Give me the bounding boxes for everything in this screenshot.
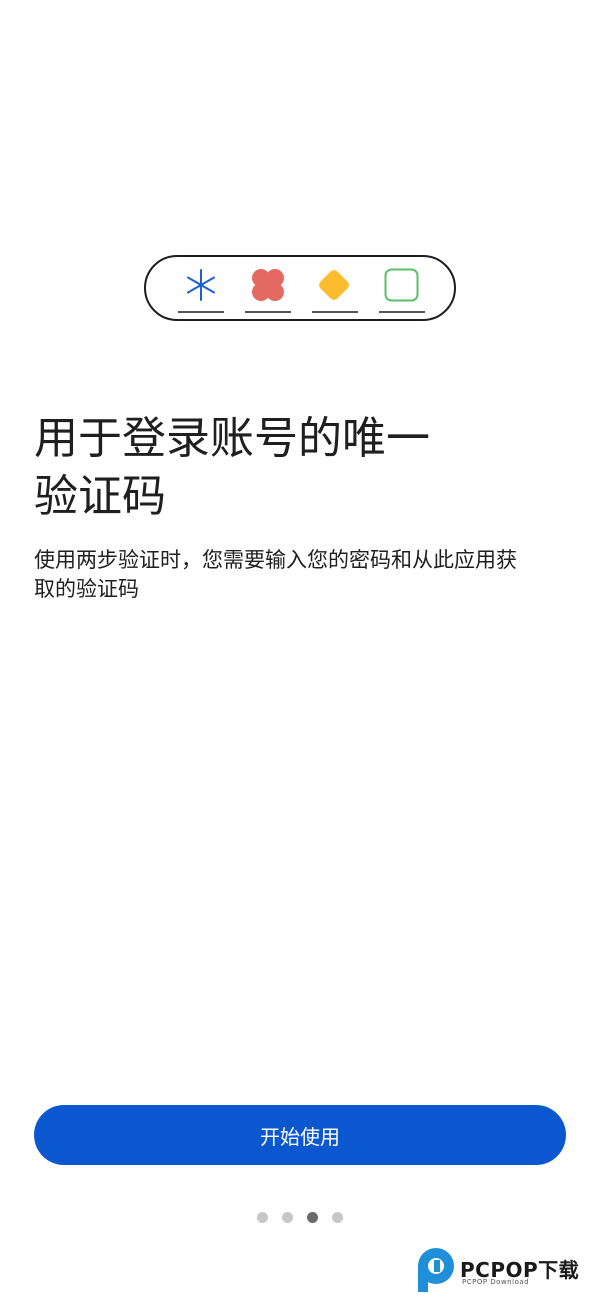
page-title-line1: 用于登录账号的唯一 [34, 413, 430, 464]
page-description-line2: 取的验证码 [34, 577, 139, 601]
start-button[interactable]: 开始使用 [34, 1105, 566, 1165]
flower-shape-icon [252, 269, 284, 301]
diamond-shape-icon [319, 270, 349, 300]
pcpop-logo-icon [418, 1248, 454, 1292]
watermark: PCPOP下载 PCPOP Download [416, 1246, 600, 1294]
page-description-line1: 使用两步验证时，您需要输入您的密码和从此应用获 [34, 548, 517, 572]
page-indicator-dot-4[interactable] [332, 1212, 343, 1223]
page-indicator-dot-1[interactable] [257, 1212, 268, 1223]
code-illustration-graphic [178, 268, 425, 313]
asterisk-icon [187, 269, 215, 301]
code-illustration [144, 255, 456, 321]
page-indicator-dot-2[interactable] [282, 1212, 293, 1223]
rounded-square-icon [384, 268, 419, 302]
watermark-subtitle: PCPOP Download [462, 1278, 530, 1286]
page-title-line2: 验证码 [34, 471, 166, 522]
page-title: 用于登录账号的唯一 验证码 [34, 410, 574, 526]
page-description: 使用两步验证时，您需要输入您的密码和从此应用获 取的验证码 [34, 546, 570, 604]
page-indicator [0, 1212, 600, 1224]
page-indicator-dot-3[interactable] [307, 1212, 318, 1223]
